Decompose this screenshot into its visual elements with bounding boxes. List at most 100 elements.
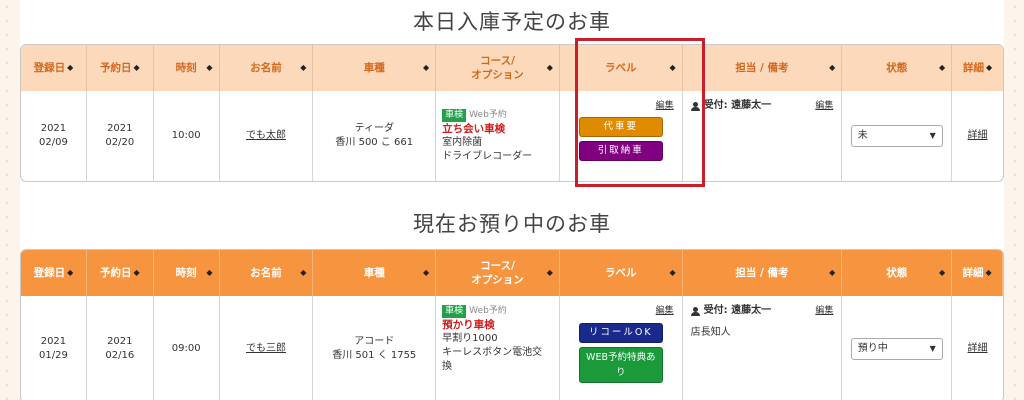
col-staff[interactable]: 担当 / 備考 ◆ [683, 45, 843, 91]
col-detail[interactable]: 詳細 ◆ [952, 250, 1003, 296]
staff-cell: 受付: 遠藤太一 編集 [683, 91, 843, 181]
sort-icon: ◆ [985, 63, 993, 72]
web-tag: Web予約 [469, 110, 507, 120]
sort-icon: ◆ [985, 268, 992, 277]
stored-table: 登録日 ◆ 予約日 ◆ 時刻 ◆ お名前 ◆ 車種 ◆ コース/オプション ◆ ラベル ◆ 担… [20, 249, 1004, 400]
name-cell: でも三郎 [220, 296, 314, 400]
label-hikitori[interactable]: 引取納車 [578, 141, 663, 161]
label-edit-link[interactable]: 編集 [656, 304, 674, 318]
shaken-badge: 車検 [442, 305, 467, 318]
person-icon [690, 101, 700, 111]
sort-icon: ◆ [546, 63, 553, 72]
col-name[interactable]: お名前 ◆ [220, 250, 314, 296]
sort-icon: ◆ [300, 63, 307, 72]
staff-edit-link[interactable]: 編集 [815, 304, 833, 318]
person-icon [690, 306, 700, 316]
res-date-cell: 2021 02/16 [87, 296, 154, 400]
col-car[interactable]: 車種 ◆ [313, 250, 437, 296]
customer-name-link[interactable]: でも三郎 [246, 342, 286, 356]
table-row: 2021 02/09 2021 02/20 10:00 でも太郎 ティーダ 香川 50… [21, 91, 1003, 181]
option-item: キーレスボタン電池交 [442, 347, 543, 358]
col-name[interactable]: お名前 ◆ [220, 45, 314, 91]
caret-down-icon: ▼ [929, 344, 936, 353]
detail-cell: 詳細 [952, 296, 1003, 400]
status-cell: 預り中 ▼ [842, 296, 953, 400]
section-title-stored: 現在お預り中のお車 [413, 212, 611, 236]
col-res-date[interactable]: 予約日 ◆ [87, 45, 154, 91]
label-recall-ok[interactable]: リコールOK [578, 323, 663, 343]
customer-name-link[interactable]: でも太郎 [246, 129, 286, 143]
sort-icon: ◆ [546, 268, 553, 277]
sort-icon: ◆ [669, 63, 676, 72]
sort-icon: ◆ [938, 268, 946, 277]
label-daisha[interactable]: 代車要 [578, 117, 663, 137]
label-web-bonus[interactable]: WEB予約特典あり [578, 347, 663, 383]
name-cell: でも太郎 [220, 91, 314, 181]
today-table: 登録日 ◆ 予約日 ◆ 時刻 ◆ お名前 ◆ 車種 ◆ コース/オプション ◆ ラベル ◆ 担… [20, 44, 1004, 182]
sort-icon: ◆ [300, 268, 307, 277]
staff-note: 店長知人 [690, 327, 731, 338]
sort-icon: ◆ [422, 63, 430, 72]
time-cell: 09:00 [154, 296, 220, 400]
course-cell: 車検 Web予約 立ち会い車検 室内除菌 ドライブレコーダー [436, 91, 560, 181]
time-cell: 10:00 [154, 91, 220, 181]
res-date-cell: 2021 02/20 [87, 91, 154, 181]
staff-name: 受付: 遠藤太一 [703, 305, 772, 316]
reg-date-cell: 2021 01/29 [21, 296, 87, 400]
col-time[interactable]: 時刻 ◆ [154, 45, 220, 91]
sort-icon: ◆ [422, 268, 430, 277]
sort-icon: ◆ [67, 268, 74, 277]
sort-icon: ◆ [206, 268, 213, 277]
shaken-badge: 車検 [442, 109, 467, 122]
sort-icon: ◆ [133, 268, 140, 277]
detail-link[interactable]: 詳細 [968, 129, 988, 143]
staff-edit-link[interactable]: 編集 [815, 99, 833, 113]
course-name: 預かり車検 [442, 319, 495, 331]
staff-cell: 受付: 遠藤太一 店長知人 編集 [683, 296, 843, 400]
sort-icon: ◆ [133, 63, 140, 72]
col-reg-date[interactable]: 登録日 ◆ [21, 45, 87, 91]
sort-icon: ◆ [67, 63, 74, 72]
course-cell: 車検 Web予約 預かり車検 早割り1000 キーレスボタン電池交 換 [436, 296, 560, 400]
sort-icon: ◆ [829, 268, 836, 277]
option-item: 換 [442, 361, 453, 372]
col-detail[interactable]: 詳細 ◆ [952, 45, 1003, 91]
detail-link[interactable]: 詳細 [968, 342, 988, 356]
col-res-date[interactable]: 予約日 ◆ [87, 250, 154, 296]
option-item: 早割り1000 [442, 333, 498, 344]
staff-name: 受付: 遠藤太一 [703, 100, 772, 111]
reg-date-cell: 2021 02/09 [21, 91, 87, 181]
car-cell: ティーダ 香川 500 こ 661 [313, 91, 437, 181]
col-course[interactable]: コース/オプション ◆ [436, 250, 560, 296]
course-name: 立ち会い車検 [442, 123, 506, 135]
car-cell: アコード 香川 501 く 1755 [313, 296, 437, 400]
sort-icon: ◆ [206, 63, 213, 72]
table-header: 登録日 ◆ 予約日 ◆ 時刻 ◆ お名前 ◆ 車種 ◆ コース/オプション ◆ ラベル ◆ 担… [21, 45, 1003, 91]
section-title-today: 本日入庫予定のお車 [413, 10, 611, 34]
status-select[interactable]: 預り中 ▼ [850, 338, 943, 360]
col-time[interactable]: 時刻 ◆ [154, 250, 220, 296]
sort-icon: ◆ [829, 63, 836, 72]
col-course[interactable]: コース/オプション ◆ [436, 45, 560, 91]
col-label[interactable]: ラベル ◆ [560, 250, 683, 296]
col-status[interactable]: 状態 ◆ [842, 250, 953, 296]
caret-down-icon: ▼ [929, 131, 936, 140]
table-row: 2021 01/29 2021 02/16 09:00 でも三郎 アコード 香川 50… [21, 296, 1003, 400]
status-select[interactable]: 未 ▼ [850, 125, 943, 147]
web-tag: Web予約 [469, 306, 507, 316]
sort-icon: ◆ [938, 63, 946, 72]
table-header: 登録日 ◆ 予約日 ◆ 時刻 ◆ お名前 ◆ 車種 ◆ コース/オプション ◆ ラベル ◆ 担… [21, 250, 1003, 296]
col-label[interactable]: ラベル ◆ [560, 45, 683, 91]
col-car[interactable]: 車種 ◆ [313, 45, 437, 91]
col-status[interactable]: 状態 ◆ [842, 45, 953, 91]
status-cell: 未 ▼ [842, 91, 953, 181]
option-item: 室内除菌 [442, 137, 483, 148]
col-reg-date[interactable]: 登録日 ◆ [21, 250, 87, 296]
label-edit-link[interactable]: 編集 [656, 99, 674, 113]
label-cell: 編集 リコールOK WEB予約特典あり [560, 296, 683, 400]
main-content: 本日入庫予定のお車 登録日 ◆ 予約日 ◆ 時刻 ◆ お名前 ◆ 車種 ◆ コース/オプシ… [20, 0, 1004, 400]
sort-icon: ◆ [669, 268, 676, 277]
label-cell: 編集 代車要 引取納車 [560, 91, 683, 181]
option-item: ドライブレコーダー [442, 151, 533, 162]
col-staff[interactable]: 担当 / 備考 ◆ [683, 250, 843, 296]
